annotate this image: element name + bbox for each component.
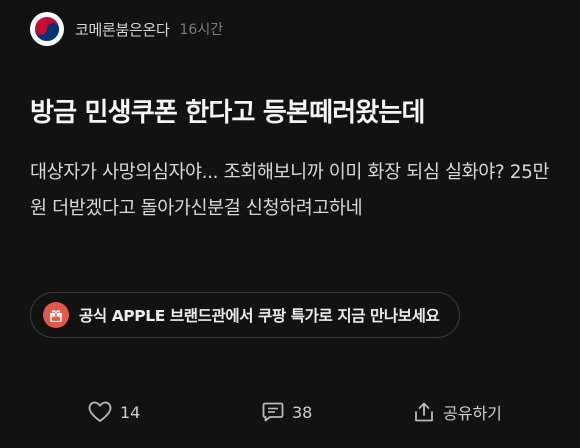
comment-icon: [262, 402, 284, 422]
promo-text: 공식 APPLE 브랜드관에서 쿠팡 특가로 지금 만나보세요: [79, 307, 440, 325]
author-row: 코메론붐은온다 16시간: [30, 12, 223, 46]
share-button[interactable]: 공유하기: [413, 396, 502, 428]
taegeuk-icon: [35, 17, 59, 41]
post-title[interactable]: 방금 민생쿠폰 한다고 등본떼러왔는데: [30, 92, 425, 129]
like-count: 14: [120, 402, 141, 422]
promo-banner[interactable]: 공식 APPLE 브랜드관에서 쿠팡 특가로 지금 만나보세요: [30, 292, 461, 338]
share-label: 공유하기: [443, 404, 502, 423]
post-card[interactable]: 코메론붐은온다 16시간 방금 민생쿠폰 한다고 등본떼러왔는데 대상자가 사망…: [0, 0, 580, 448]
action-bar: 14 38 공유하기: [0, 396, 580, 428]
like-button[interactable]: 14: [88, 396, 140, 428]
post-time: 16시간: [179, 22, 224, 38]
post-body[interactable]: 대상자가 사망의심자야... 조회해보니까 이미 화장 되심 실화야? 25만원…: [30, 155, 560, 227]
share-icon: [415, 402, 433, 422]
comment-count: 38: [292, 402, 313, 422]
comment-button[interactable]: 38: [262, 396, 312, 428]
author-name[interactable]: 코메론붐은온다: [75, 19, 170, 40]
avatar[interactable]: [30, 12, 64, 46]
heart-icon: [88, 401, 112, 422]
gift-icon: [43, 302, 69, 328]
